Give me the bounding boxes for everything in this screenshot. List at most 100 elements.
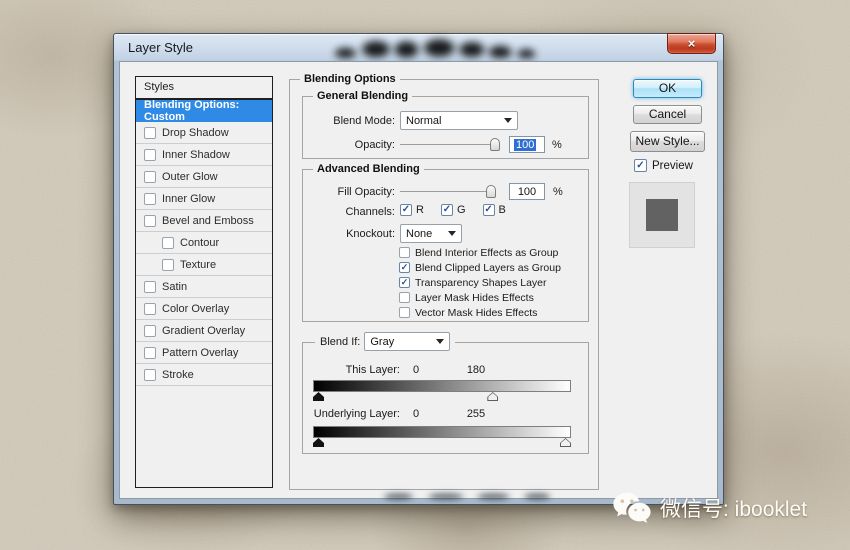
style-checkbox[interactable] [144,302,156,315]
channel-b: ✓ B [482,204,506,216]
watermark: 微信号: ibooklet [612,491,807,525]
sidebar-item[interactable]: Outer Glow [136,166,272,188]
style-checkbox[interactable] [144,324,156,337]
new-style-button[interactable]: New Style... [630,131,705,152]
sidebar-item[interactable]: Bevel and Emboss [136,210,272,232]
wechat-icon [613,492,651,523]
preview-option[interactable]: ✓ Preview [634,159,693,172]
chevron-down-icon [448,231,456,236]
this-layer-gradient-bar[interactable] [313,380,571,392]
advanced-option[interactable]: ✓ Blend Clipped Layers as Group [399,260,561,275]
sidebar-item-label: Blending Options: Custom [144,99,240,123]
channel-label: R [416,204,424,216]
highlight-handle[interactable] [487,392,499,401]
sidebar-item[interactable]: Texture [136,254,272,276]
fill-opacity-input[interactable]: 100 [509,183,545,200]
sidebar-item-label: Drop Shadow [162,126,229,139]
fill-opacity-slider[interactable] [400,184,496,199]
fill-opacity-slider-thumb[interactable] [486,185,496,198]
blend-if-dropdown[interactable]: Gray [364,332,451,351]
style-checkbox[interactable] [144,126,156,139]
cancel-button[interactable]: Cancel [633,105,702,124]
sidebar-item[interactable]: Contour [136,232,272,254]
channel-checkbox[interactable]: ✓ [440,204,453,216]
chevron-down-icon [504,118,512,123]
advanced-option[interactable]: Vector Mask Hides Effects [399,305,561,320]
preview-checkbox[interactable]: ✓ [634,159,647,172]
blend-mode-value: Normal [406,114,442,127]
opacity-input[interactable]: 100 [509,136,545,153]
option-checkbox[interactable]: ✓ [399,277,410,288]
dialog-content: Styles Blending Options: Custom Drop Shad… [119,61,718,499]
preview-swatch [629,182,695,248]
channel-checkbox[interactable]: ✓ [482,204,495,216]
sidebar-item-label: Inner Glow [162,192,216,205]
this-layer-low-value: 0 [412,364,420,376]
sidebar-item-label: Gradient Overlay [162,324,246,337]
option-checkbox[interactable] [399,247,410,258]
style-checkbox[interactable] [144,170,156,183]
sidebar-item[interactable]: Inner Glow [136,188,272,210]
sidebar-item-label: Satin [162,280,188,293]
close-button[interactable]: × [667,33,716,54]
sidebar-item[interactable]: Inner Shadow [136,144,272,166]
option-checkbox[interactable] [399,292,410,303]
blend-if-value: Gray [370,335,395,348]
sidebar-item[interactable]: Pattern Overlay [136,342,272,364]
option-label: Blend Interior Effects as Group [415,246,559,259]
sidebar-item-styles[interactable]: Styles [135,76,273,99]
sidebar-item[interactable]: Blending Options: Custom [136,99,272,123]
style-checkbox[interactable] [144,280,156,293]
underlying-layer-high-value: 255 [466,408,486,420]
layer-style-dialog: Layer Style × Styles Blending Options: C… [113,33,724,505]
knockout-dropdown[interactable]: None [400,224,462,243]
blend-if-legend: Blend If: Gray [315,332,456,351]
style-checkbox[interactable] [144,346,156,359]
watermark-text: 微信号: ibooklet [660,498,808,521]
shadow-handle[interactable] [313,392,324,401]
style-checkbox[interactable] [144,148,156,161]
shadow-handle[interactable] [313,438,324,447]
advanced-options: Blend Interior Effects as Group ✓ Blend Cl… [399,245,561,320]
underlying-layer-gradient-bar[interactable] [313,426,571,438]
opacity-slider[interactable] [400,137,500,152]
titlebar[interactable]: Layer Style × [114,33,723,61]
sidebar-item[interactable]: Stroke [136,364,272,386]
sidebar-item-label: Stroke [162,368,194,381]
ok-button[interactable]: OK [633,79,702,98]
sidebar-item[interactable]: Drop Shadow [136,122,272,144]
chevron-down-icon [436,339,445,344]
style-checkbox[interactable] [144,192,156,205]
sidebar-item-label: Pattern Overlay [162,346,239,359]
blend-mode-dropdown[interactable]: Normal [400,111,518,130]
option-label: Vector Mask Hides Effects [415,306,538,319]
option-checkbox[interactable] [399,307,410,318]
advanced-option[interactable]: Blend Interior Effects as Group [399,245,561,260]
option-label: Blend Clipped Layers as Group [415,261,561,274]
sidebar-item[interactable]: Gradient Overlay [136,320,272,342]
blending-options-panel: Blending Options General Blending Blend … [289,73,599,490]
this-layer-label: This Layer: [345,364,400,376]
highlight-handle[interactable] [560,438,571,447]
opacity-unit: % [552,139,562,151]
style-checkbox[interactable] [144,214,156,227]
style-list: Blending Options: Custom Drop Shadow Inner… [135,99,273,488]
sidebar-item[interactable]: Color Overlay [136,298,272,320]
advanced-option[interactable]: ✓ Transparency Shapes Layer [399,275,561,290]
fill-opacity-label: Fill Opacity: [337,186,395,198]
sidebar-item-label: Texture [180,258,217,271]
opacity-slider-thumb[interactable] [490,138,500,151]
style-checkbox[interactable] [144,368,156,381]
option-checkbox[interactable]: ✓ [399,262,410,273]
channel-checkbox[interactable]: ✓ [400,204,412,216]
general-blending-group: General Blending Blend Mode: Normal Opac… [302,90,589,159]
advanced-option[interactable]: Layer Mask Hides Effects [399,290,561,305]
preview-swatch-color [646,199,678,231]
advanced-blending-title: Advanced Blending [313,163,424,176]
style-checkbox[interactable] [162,258,174,271]
panel-title: Blending Options [300,73,400,86]
knockout-label: Knockout: [346,228,395,240]
blend-if-label: Blend If: [320,335,361,348]
style-checkbox[interactable] [162,236,174,249]
sidebar-item[interactable]: Satin [136,276,272,298]
